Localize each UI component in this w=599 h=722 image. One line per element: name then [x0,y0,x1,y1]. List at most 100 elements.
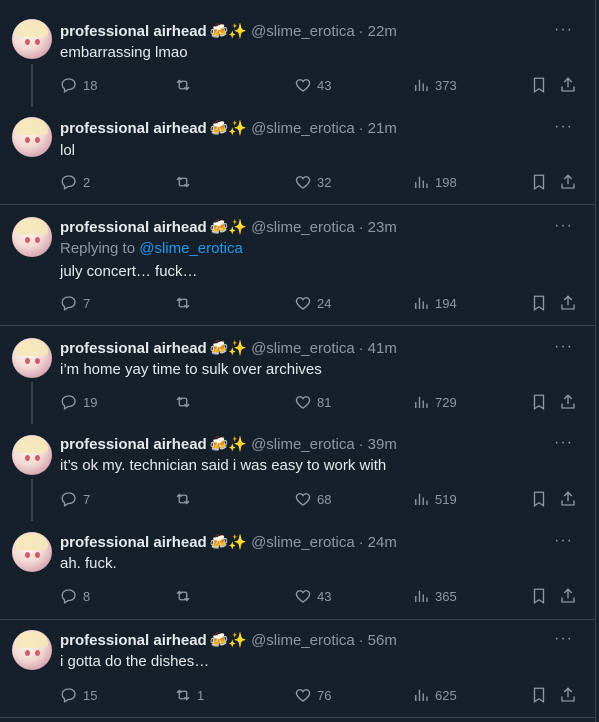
like-button[interactable]: 68 [294,489,331,509]
tweet[interactable]: professional airhead 🍻✨ @slime_erotica ·… [0,521,595,620]
tweet-time[interactable]: 41m [368,340,397,357]
share-button[interactable] [559,489,577,509]
reply-button[interactable]: 15 [60,685,97,705]
like-button[interactable]: 81 [294,392,331,412]
author-handle[interactable]: @slime_erotica [251,23,355,40]
author-name[interactable]: professional airhead [60,23,207,40]
tweet[interactable]: professional airhead 🍻✨ @slime_erotica ·… [0,205,595,326]
avatar[interactable] [12,19,52,59]
share-button[interactable] [559,172,577,192]
tweet-time[interactable]: 21m [368,120,397,137]
retweet-button[interactable] [174,392,197,412]
tweet[interactable]: professional airhead 🍻✨ @slime_erotica ·… [0,620,595,718]
reply-button[interactable]: 18 [60,75,97,95]
avatar[interactable] [12,338,52,378]
retweet-button[interactable] [174,489,197,509]
share-button[interactable] [559,293,577,313]
reply-button[interactable]: 7 [60,489,90,509]
bookmark-button[interactable] [530,75,548,95]
reply-button[interactable]: 19 [60,392,97,412]
author-name[interactable]: professional airhead [60,340,207,357]
tweet-actions: 15 1 76 625 [60,685,580,705]
retweet-icon [176,297,190,309]
share-button[interactable] [559,392,577,412]
avatar[interactable] [12,532,52,572]
retweet-button[interactable] [174,75,197,95]
author-handle[interactable]: @slime_erotica [251,534,355,551]
avatar[interactable] [12,217,52,257]
views-button[interactable]: 729 [412,392,457,412]
avatar[interactable] [12,435,52,475]
avatar[interactable] [12,117,52,157]
bookmark-button[interactable] [530,172,548,192]
like-button[interactable]: 43 [294,75,331,95]
bookmark-button[interactable] [530,489,548,509]
tweet-time[interactable]: 22m [368,23,397,40]
views-button[interactable]: 194 [412,293,457,313]
author-handle[interactable]: @slime_erotica [251,340,355,357]
author-handle[interactable]: @slime_erotica [251,120,355,137]
author-name[interactable]: professional airhead [60,120,207,137]
tweet[interactable]: professional airhead 🍻✨ @slime_erotica ·… [0,424,595,521]
tweet-time[interactable]: 23m [368,219,397,236]
dot-separator: · [358,22,364,40]
like-button[interactable]: 76 [294,685,331,705]
bookmark-icon [533,174,545,191]
views-button[interactable]: 519 [412,489,457,509]
more-icon[interactable]: ··· [554,532,573,550]
author-name[interactable]: professional airhead [60,632,207,649]
tweet[interactable]: professional airhead 🍻✨ @slime_erotica ·… [0,326,595,424]
tweet[interactable]: professional airhead 🍻✨ @slime_erotica ·… [0,0,595,107]
author-emoji: 🍻✨ [209,219,248,236]
retweet-button[interactable] [174,172,197,192]
retweet-count: 1 [197,687,205,703]
avatar[interactable] [12,630,52,670]
views-button[interactable]: 625 [412,685,457,705]
author-name[interactable]: professional airhead [60,534,207,551]
like-count: 68 [317,491,332,507]
share-button[interactable] [559,586,577,606]
author-handle[interactable]: @slime_erotica [251,632,355,649]
retweet-button[interactable]: 1 [174,685,204,705]
more-icon[interactable]: ··· [554,434,573,452]
tweet-time[interactable]: 39m [368,436,397,453]
tweet-actions: 7 24 194 [60,293,580,313]
more-icon[interactable]: ··· [554,630,573,648]
tweet-time[interactable]: 24m [368,534,397,551]
author-emoji: 🍻✨ [209,120,248,137]
author-handle[interactable]: @slime_erotica [251,436,355,453]
author-name[interactable]: professional airhead [60,436,207,453]
bookmark-button[interactable] [530,586,548,606]
tweet[interactable]: professional airhead 🍻✨ @slime_erotica ·… [0,107,595,205]
like-count: 76 [317,687,332,703]
reply-button[interactable]: 7 [60,293,90,313]
share-button[interactable] [559,75,577,95]
retweet-button[interactable] [174,293,197,313]
bookmark-button[interactable] [530,392,548,412]
more-icon[interactable]: ··· [554,118,573,136]
replying-to-label: Replying to [60,240,136,257]
views-button[interactable]: 198 [412,172,457,192]
dot-separator: · [358,119,364,137]
tweet-time[interactable]: 56m [368,632,397,649]
views-icon [415,493,428,505]
more-icon[interactable]: ··· [554,217,573,235]
retweet-button[interactable] [174,586,197,606]
like-button[interactable]: 24 [294,293,331,313]
more-icon[interactable]: ··· [554,338,573,356]
views-button[interactable]: 365 [412,586,457,606]
bookmark-button[interactable] [530,293,548,313]
more-icon[interactable]: ··· [554,21,573,39]
share-icon [561,687,575,702]
views-button[interactable]: 373 [412,75,457,95]
author-handle[interactable]: @slime_erotica [251,219,355,236]
like-button[interactable]: 32 [294,172,331,192]
reply-button[interactable]: 8 [60,586,90,606]
like-button[interactable]: 43 [294,586,331,606]
reply-button[interactable]: 2 [60,172,90,192]
bookmark-button[interactable] [530,685,548,705]
author-name[interactable]: professional airhead [60,219,207,236]
replying-to-link[interactable]: @slime_erotica [139,240,243,257]
retweet-icon [176,176,190,188]
share-button[interactable] [559,685,577,705]
